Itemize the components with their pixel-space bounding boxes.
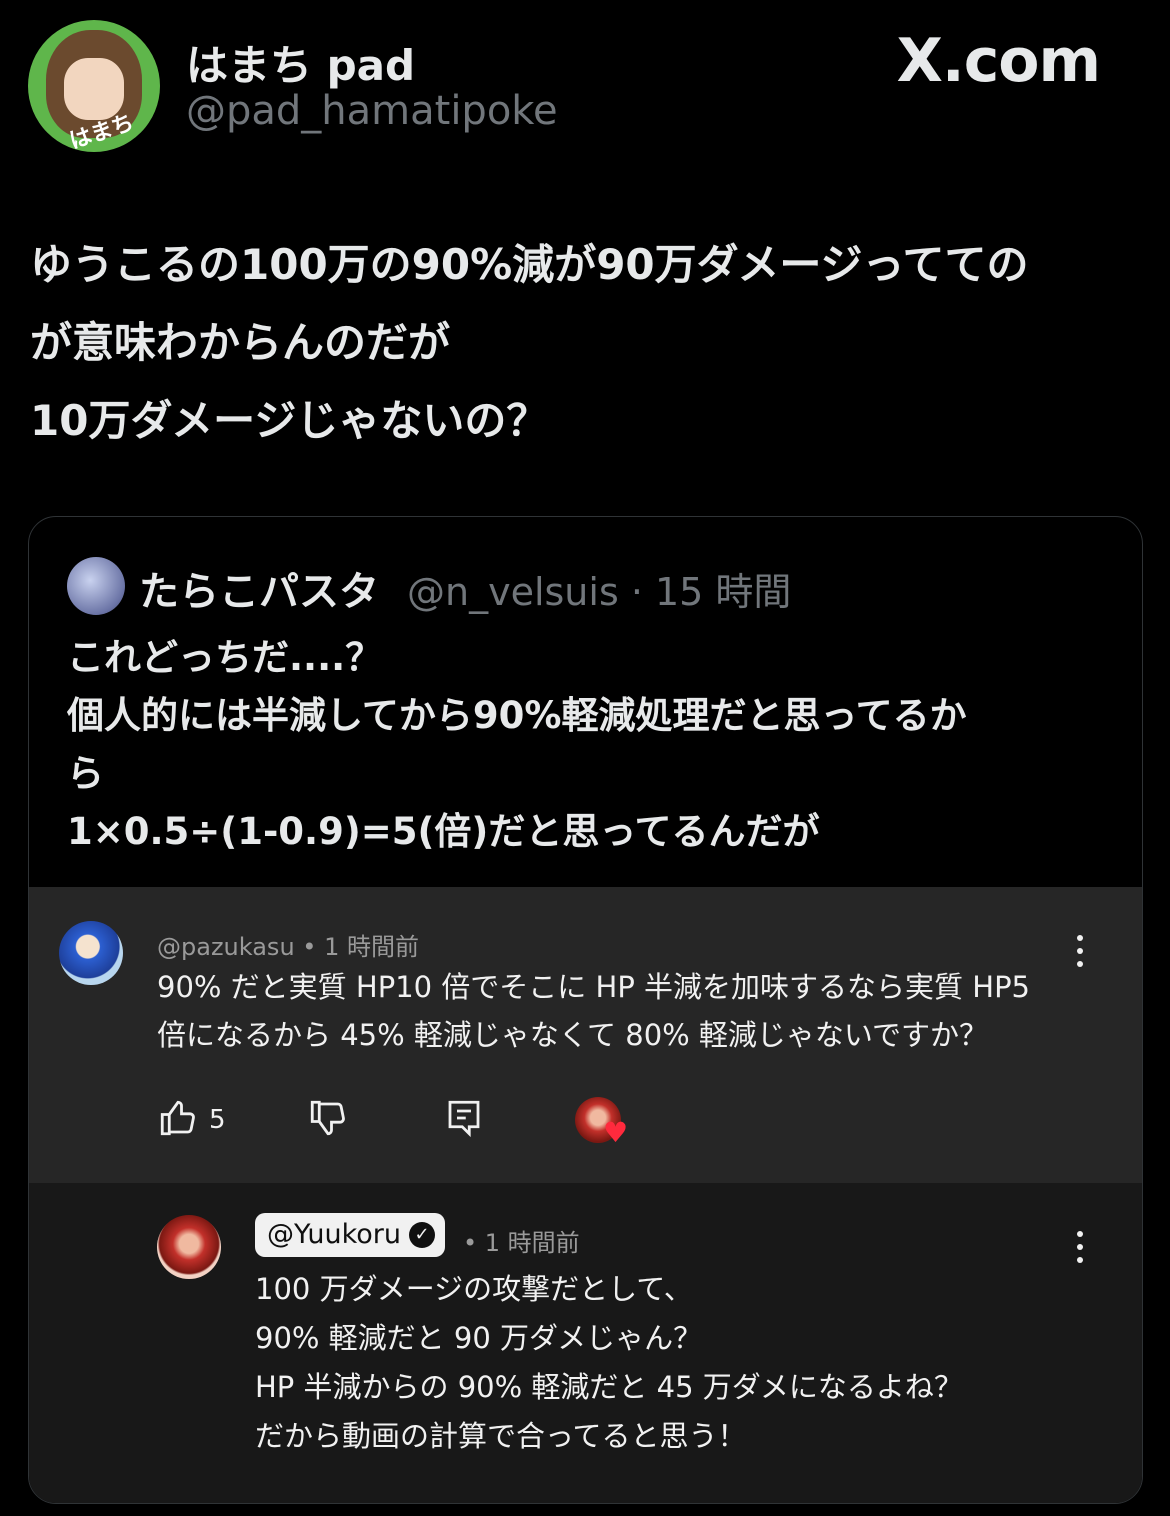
like-count: 5 [209, 1105, 226, 1135]
quote-avatar [67, 557, 125, 615]
like-button[interactable] [157, 1097, 199, 1143]
tweet-line: ゆうこるの100万の90%減が90万ダメージってての [30, 240, 1029, 289]
comment-line: 倍になるから 45% 軽減じゃなくて 80% 軽減じゃないですか？ [157, 1018, 989, 1052]
youtube-reply: @Yuukoru ✓ • 1 時間前 100 万ダメージの攻撃だとして、 90%… [29, 1183, 1142, 1503]
verified-icon: ✓ [409, 1222, 436, 1248]
quote-author-name: たらこパスタ [139, 569, 379, 615]
quote-text: これどっちだ....？ 個人的には半減してから90%軽減処理だと思ってるか ら … [67, 629, 1117, 861]
quote-line: ら [67, 752, 104, 795]
dislike-icon [310, 1100, 345, 1136]
quote-handle-time: @n_velsuis · 15 時間 [407, 570, 792, 614]
quote-line: 個人的には半減してから90%軽減処理だと思ってるか [67, 694, 967, 737]
heart-icon: ♥ [603, 1116, 629, 1149]
reply-handle: @Yuukoru [267, 1219, 402, 1250]
site-logo: X.com [896, 26, 1101, 96]
reply-button[interactable] [443, 1097, 485, 1143]
reply-line: HP 半減からの 90% 軽減だと 45 万ダメになるよね？ [255, 1370, 963, 1404]
youtube-comment: @pazukasu • 1 時間前 90% だと実質 HP10 倍でそこに HP… [29, 887, 1142, 1183]
quote-line: 1×0.5÷(1-0.9)=5(倍)だと思ってるんだが [67, 810, 820, 853]
quoted-tweet[interactable]: たらこパスタ @n_velsuis · 15 時間 これどっちだ....？ 個人… [28, 516, 1143, 1504]
dislike-button[interactable] [307, 1097, 349, 1143]
reply-line: 100 万ダメージの攻撃だとして、 [255, 1272, 693, 1306]
like-icon [160, 1100, 195, 1136]
quote-line: これどっちだ....？ [67, 636, 383, 679]
author-name[interactable]: はまち pad [186, 32, 415, 93]
reply-line: 90% 軽減だと 90 万ダメじゃん？ [255, 1321, 703, 1355]
reply-line: だから動画の計算で合ってると思う！ [255, 1419, 747, 1453]
author-avatar[interactable]: はまち [28, 20, 160, 152]
reply-avatar[interactable] [157, 1215, 221, 1279]
author-handle[interactable]: @pad_hamatipoke [186, 88, 558, 134]
comment-line: 90% だと実質 HP10 倍でそこに HP 半減を加味するなら実質 HP5 [157, 970, 1031, 1004]
more-icon[interactable] [1075, 1231, 1085, 1267]
reply-icon [448, 1100, 480, 1138]
tweet-line: が意味わからんのだが [30, 318, 451, 367]
comment-meta: @pazukasu • 1 時間前 [157, 933, 419, 961]
reply-time: • 1 時間前 [463, 1229, 580, 1257]
tweet-text: ゆうこるの100万の90%減が90万ダメージってての が意味わからんのだが 10… [30, 226, 1140, 460]
commenter-avatar[interactable] [59, 921, 123, 985]
more-icon[interactable] [1075, 935, 1085, 971]
creator-badge[interactable]: @Yuukoru ✓ [255, 1213, 446, 1257]
tweet-line: 10万ダメージじゃないの？ [30, 396, 549, 445]
